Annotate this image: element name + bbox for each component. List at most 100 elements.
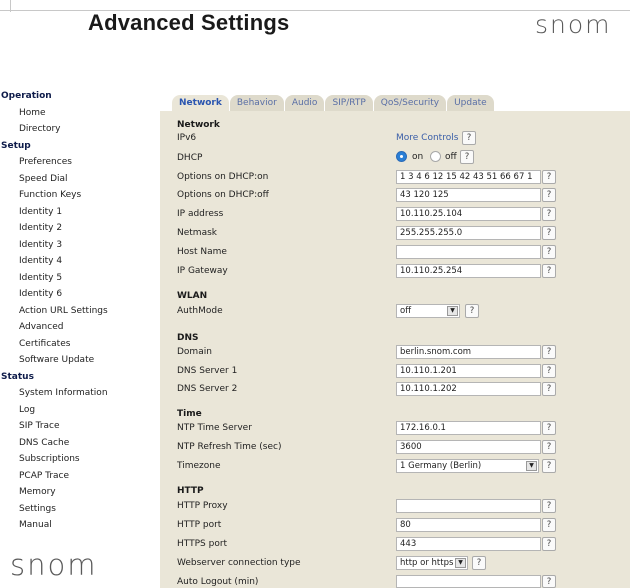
sidebar-item-subscriptions[interactable]: Subscriptions xyxy=(0,451,150,468)
authmode-select[interactable]: off ▼ xyxy=(396,304,460,318)
ntp-time-server-input[interactable]: 172.16.0.1 xyxy=(396,421,541,435)
authmode-label: AuthMode xyxy=(177,306,223,316)
dns-server-2-label: DNS Server 2 xyxy=(177,384,238,394)
tab-qos-security[interactable]: QoS/Security xyxy=(373,95,447,112)
help-domain-button[interactable]: ? xyxy=(542,345,556,359)
dhcp-off-radio[interactable] xyxy=(430,151,441,162)
help-dns-server-2-button[interactable]: ? xyxy=(542,382,556,396)
https-port-label: HTTPS port xyxy=(177,539,228,549)
sidebar-item-software-update[interactable]: Software Update xyxy=(0,352,150,369)
help-ntp-refresh-button[interactable]: ? xyxy=(542,440,556,454)
help-options-dhcp-off-button[interactable]: ? xyxy=(542,188,556,202)
sidebar-item-system-information[interactable]: System Information xyxy=(0,385,150,402)
sidebar-item-advanced[interactable]: Advanced xyxy=(0,319,150,336)
help-http-port-button[interactable]: ? xyxy=(542,518,556,532)
tab-behavior[interactable]: Behavior xyxy=(229,95,284,112)
dns-server-1-input[interactable]: 10.110.1.201 xyxy=(396,364,541,378)
help-dhcp-button[interactable]: ? xyxy=(460,150,474,164)
http-port-input[interactable]: 80 xyxy=(396,518,541,532)
sidebar-item-identity-1[interactable]: Identity 1 xyxy=(0,204,150,221)
chevron-down-icon: ▼ xyxy=(455,558,466,568)
sidebar-section-status: Status xyxy=(1,371,34,382)
sidebar-item-settings[interactable]: Settings xyxy=(0,501,150,518)
help-http-proxy-button[interactable]: ? xyxy=(542,499,556,513)
netmask-input[interactable]: 255.255.255.0 xyxy=(396,226,541,240)
dhcp-off-label: off xyxy=(445,152,457,162)
section-dns-title: DNS xyxy=(177,333,199,343)
options-dhcp-off-label: Options on DHCP:off xyxy=(177,190,269,200)
frame-border-left xyxy=(10,0,11,12)
ip-gateway-input[interactable]: 10.110.25.254 xyxy=(396,264,541,278)
sidebar-item-log[interactable]: Log xyxy=(0,402,150,419)
help-https-port-button[interactable]: ? xyxy=(542,537,556,551)
host-name-input[interactable] xyxy=(396,245,541,259)
netmask-label: Netmask xyxy=(177,228,217,238)
help-ntp-time-server-button[interactable]: ? xyxy=(542,421,556,435)
tab-audio[interactable]: Audio xyxy=(284,95,325,112)
timezone-select[interactable]: 1 Germany (Berlin) ▼ xyxy=(396,459,539,473)
dns-server-2-input[interactable]: 10.110.1.202 xyxy=(396,382,541,396)
sidebar-item-action-url-settings[interactable]: Action URL Settings xyxy=(0,303,150,320)
sidebar-item-certificates[interactable]: Certificates xyxy=(0,336,150,353)
host-name-label: Host Name xyxy=(177,247,227,257)
help-host-name-button[interactable]: ? xyxy=(542,245,556,259)
sidebar-item-identity-4[interactable]: Identity 4 xyxy=(0,253,150,270)
auto-logout-label: Auto Logout (min) xyxy=(177,577,259,587)
ip-gateway-label: IP Gateway xyxy=(177,266,228,276)
ip-address-label: IP address xyxy=(177,209,224,219)
dhcp-on-radio[interactable] xyxy=(396,151,407,162)
help-ip-address-button[interactable]: ? xyxy=(542,207,556,221)
sidebar-item-pcap-trace[interactable]: PCAP Trace xyxy=(0,468,150,485)
auto-logout-input[interactable] xyxy=(396,575,541,588)
ntp-time-server-label: NTP Time Server xyxy=(177,423,252,433)
sidebar-item-identity-5[interactable]: Identity 5 xyxy=(0,270,150,287)
section-network-title: Network xyxy=(177,120,220,130)
more-controls-link[interactable]: More Controls xyxy=(396,133,458,143)
help-webserver-connection-type-button[interactable]: ? xyxy=(472,556,486,570)
sidebar-item-function-keys[interactable]: Function Keys xyxy=(0,187,150,204)
sidebar-item-preferences[interactable]: Preferences xyxy=(0,154,150,171)
help-dns-server-1-button[interactable]: ? xyxy=(542,364,556,378)
options-dhcp-on-input[interactable]: 1 3 4 6 12 15 42 43 51 66 67 1 xyxy=(396,170,541,184)
options-dhcp-off-input[interactable]: 43 120 125 xyxy=(396,188,541,202)
tab-network[interactable]: Network xyxy=(172,95,229,112)
tab-update[interactable]: Update xyxy=(447,95,494,112)
snom-logo-bottom: snom xyxy=(10,548,98,582)
help-ipv6-button[interactable]: ? xyxy=(462,131,476,145)
sidebar-item-dns-cache[interactable]: DNS Cache xyxy=(0,435,150,452)
help-authmode-button[interactable]: ? xyxy=(465,304,479,318)
settings-panel: Network IPv6 More Controls ? DHCP on off… xyxy=(160,111,630,588)
sidebar-item-directory[interactable]: Directory xyxy=(0,121,150,138)
section-http-title: HTTP xyxy=(177,486,204,496)
ntp-refresh-label: NTP Refresh Time (sec) xyxy=(177,442,282,452)
tab-sip-rtp[interactable]: SIP/RTP xyxy=(325,95,373,112)
dns-server-1-label: DNS Server 1 xyxy=(177,366,238,376)
sidebar-section-setup: Setup xyxy=(1,140,31,151)
snom-logo: snom xyxy=(535,10,612,39)
webserver-connection-type-label: Webserver connection type xyxy=(177,558,301,568)
timezone-select-value: 1 Germany (Berlin) xyxy=(400,461,482,471)
https-port-input[interactable]: 443 xyxy=(396,537,541,551)
help-netmask-button[interactable]: ? xyxy=(542,226,556,240)
sidebar-item-identity-3[interactable]: Identity 3 xyxy=(0,237,150,254)
domain-input[interactable]: berlin.snom.com xyxy=(396,345,541,359)
sidebar-item-speed-dial[interactable]: Speed Dial xyxy=(0,171,150,188)
help-auto-logout-button[interactable]: ? xyxy=(542,575,556,588)
http-port-label: HTTP port xyxy=(177,520,222,530)
dhcp-label: DHCP xyxy=(177,153,203,163)
help-ip-gateway-button[interactable]: ? xyxy=(542,264,556,278)
ntp-refresh-input[interactable]: 3600 xyxy=(396,440,541,454)
help-options-dhcp-on-button[interactable]: ? xyxy=(542,170,556,184)
sidebar-item-home[interactable]: Home xyxy=(0,105,150,122)
sidebar-item-memory[interactable]: Memory xyxy=(0,484,150,501)
sidebar-item-manual[interactable]: Manual xyxy=(0,517,150,534)
ip-address-input[interactable]: 10.110.25.104 xyxy=(396,207,541,221)
settings-tabs: Network Behavior Audio SIP/RTP QoS/Secur… xyxy=(172,95,495,112)
sidebar-item-identity-2[interactable]: Identity 2 xyxy=(0,220,150,237)
sidebar-item-identity-6[interactable]: Identity 6 xyxy=(0,286,150,303)
sidebar-item-sip-trace[interactable]: SIP Trace xyxy=(0,418,150,435)
webserver-connection-type-select[interactable]: http or https ▼ xyxy=(396,556,468,570)
http-proxy-input[interactable] xyxy=(396,499,541,513)
sidebar-section-operation: Operation xyxy=(1,91,52,101)
help-timezone-button[interactable]: ? xyxy=(542,459,556,473)
